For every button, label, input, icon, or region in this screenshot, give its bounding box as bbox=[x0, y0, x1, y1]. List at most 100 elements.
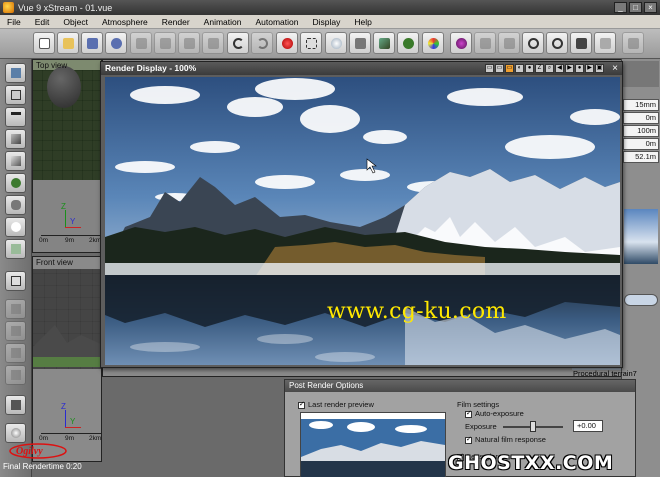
water-icon[interactable] bbox=[5, 63, 26, 83]
tree-icon[interactable] bbox=[5, 173, 26, 193]
delete-icon[interactable] bbox=[202, 32, 224, 54]
render-tool-z[interactable]: Z bbox=[535, 64, 544, 73]
camera-icon[interactable] bbox=[349, 32, 371, 54]
material-icon[interactable] bbox=[422, 32, 444, 54]
render-tool-zoom[interactable]: ⌕ bbox=[545, 64, 554, 73]
render-tool-4[interactable]: ◐ bbox=[515, 64, 524, 73]
text-icon[interactable] bbox=[5, 107, 26, 127]
field-3[interactable]: 0m bbox=[623, 138, 659, 150]
render-tool-record[interactable]: ● bbox=[575, 64, 584, 73]
expand-icon[interactable] bbox=[498, 32, 520, 54]
menu-help[interactable]: Help bbox=[347, 17, 378, 27]
render-display-close-button[interactable]: × bbox=[612, 62, 618, 75]
close-window-button[interactable]: × bbox=[644, 2, 657, 13]
render-tool-next[interactable]: ▶ bbox=[565, 64, 574, 73]
natural-film-row[interactable]: Natural film response bbox=[465, 435, 546, 444]
symmetry-icon[interactable] bbox=[5, 365, 26, 385]
render-tool-1[interactable]: ▭ bbox=[485, 64, 494, 73]
render-tool-save[interactable]: ▣ bbox=[595, 64, 604, 73]
render-area-icon[interactable] bbox=[300, 32, 322, 54]
more-icon[interactable] bbox=[622, 32, 644, 54]
zoom-out-icon[interactable] bbox=[546, 32, 568, 54]
paste-icon[interactable] bbox=[178, 32, 200, 54]
field-1[interactable]: 0m bbox=[623, 112, 659, 124]
terrain-tool-icon[interactable] bbox=[5, 129, 26, 149]
vue-app-icon bbox=[3, 2, 14, 13]
render-icon[interactable] bbox=[276, 32, 298, 54]
field-focal[interactable]: 15mm bbox=[623, 99, 659, 111]
scale-bar bbox=[41, 235, 101, 236]
field-4[interactable]: 52.1m bbox=[623, 151, 659, 163]
menu-object[interactable]: Object bbox=[56, 17, 95, 27]
menu-atmosphere[interactable]: Atmosphere bbox=[95, 17, 155, 27]
cut-icon[interactable] bbox=[130, 32, 152, 54]
save-icon[interactable] bbox=[81, 32, 103, 54]
front-axis-y: Y bbox=[70, 417, 76, 426]
axis-z-line bbox=[65, 210, 66, 228]
rock-icon[interactable] bbox=[5, 195, 26, 215]
field-2[interactable]: 100m bbox=[623, 125, 659, 137]
last-render-preview-checkbox[interactable] bbox=[298, 400, 305, 409]
maximize-button[interactable]: □ bbox=[629, 2, 642, 13]
frame-icon[interactable] bbox=[594, 32, 616, 54]
undo-icon[interactable] bbox=[227, 32, 249, 54]
front-viewport[interactable]: Front view Z Y 0m 9m 2km bbox=[32, 256, 102, 462]
front-scale-2km: 2km bbox=[89, 435, 102, 442]
fit-icon[interactable] bbox=[570, 32, 592, 54]
menu-display[interactable]: Display bbox=[305, 17, 347, 27]
last-render-preview-row[interactable]: Last render preview bbox=[298, 400, 374, 409]
render-tool-prev[interactable]: ◀ bbox=[555, 64, 564, 73]
exposure-value-field[interactable]: +0.00 bbox=[573, 420, 603, 432]
cloud-icon[interactable] bbox=[5, 217, 26, 237]
render-tool-5[interactable]: ● bbox=[525, 64, 534, 73]
terrain-icon[interactable] bbox=[373, 32, 395, 54]
boolean-icon[interactable] bbox=[5, 321, 26, 341]
viewport-label-front: Front view bbox=[36, 258, 73, 267]
menu-file[interactable]: File bbox=[0, 17, 28, 27]
speaker-icon[interactable] bbox=[5, 395, 26, 415]
group-icon[interactable] bbox=[5, 299, 26, 319]
plant-icon[interactable] bbox=[397, 32, 419, 54]
redo-icon[interactable] bbox=[251, 32, 273, 54]
cube-icon[interactable] bbox=[5, 85, 26, 105]
mountain-icon[interactable] bbox=[5, 151, 26, 171]
metablob-icon[interactable] bbox=[5, 343, 26, 363]
logo-graphic: Ogilvy bbox=[9, 443, 67, 459]
preview-thumbnail bbox=[624, 209, 658, 264]
minimize-button[interactable]: _ bbox=[614, 2, 627, 13]
title-bar: Vue 9 xStream - 01.vue _ □ × bbox=[0, 0, 660, 15]
render-tool-3[interactable]: ▭ bbox=[505, 64, 514, 73]
exposure-label: Exposure bbox=[465, 422, 497, 431]
auto-exposure-row[interactable]: Auto-exposure bbox=[465, 409, 524, 418]
front-scale-bar bbox=[41, 433, 101, 434]
copy-icon[interactable] bbox=[154, 32, 176, 54]
top-viewport[interactable]: Top view Z Y 0m 9m 2km bbox=[32, 59, 102, 253]
main-toolbar bbox=[0, 29, 660, 59]
plane-icon[interactable] bbox=[5, 239, 26, 259]
light-icon[interactable] bbox=[5, 423, 26, 443]
tree-item-7[interactable]: Procedural terrain7 bbox=[573, 369, 637, 378]
auto-exposure-checkbox[interactable] bbox=[465, 409, 472, 418]
exposure-slider-knob[interactable] bbox=[530, 421, 536, 432]
open-icon[interactable] bbox=[57, 32, 79, 54]
camera-lens-icon[interactable] bbox=[450, 32, 472, 54]
menu-render[interactable]: Render bbox=[155, 17, 197, 27]
menu-animation[interactable]: Animation bbox=[197, 17, 249, 27]
auto-exposure-label: Auto-exposure bbox=[475, 409, 524, 418]
window-title: Vue 9 xStream - 01.vue bbox=[18, 2, 113, 13]
save-as-icon[interactable] bbox=[105, 32, 127, 54]
atmosphere-icon[interactable] bbox=[325, 32, 347, 54]
axis-y-line bbox=[65, 227, 81, 228]
link-icon[interactable] bbox=[624, 294, 658, 306]
menu-automation[interactable]: Automation bbox=[248, 17, 305, 27]
zoom-in-icon[interactable] bbox=[522, 32, 544, 54]
new-icon[interactable] bbox=[33, 32, 55, 54]
render-tool-play[interactable]: ▶ bbox=[585, 64, 594, 73]
chart-icon[interactable] bbox=[474, 32, 496, 54]
render-tool-2[interactable]: ▭ bbox=[495, 64, 504, 73]
box-select-icon[interactable] bbox=[5, 271, 26, 291]
menu-edit[interactable]: Edit bbox=[28, 17, 57, 27]
natural-film-checkbox[interactable] bbox=[465, 435, 472, 444]
menu-bar: File Edit Object Atmosphere Render Anima… bbox=[0, 15, 660, 29]
scale-0: 0m bbox=[39, 237, 49, 244]
